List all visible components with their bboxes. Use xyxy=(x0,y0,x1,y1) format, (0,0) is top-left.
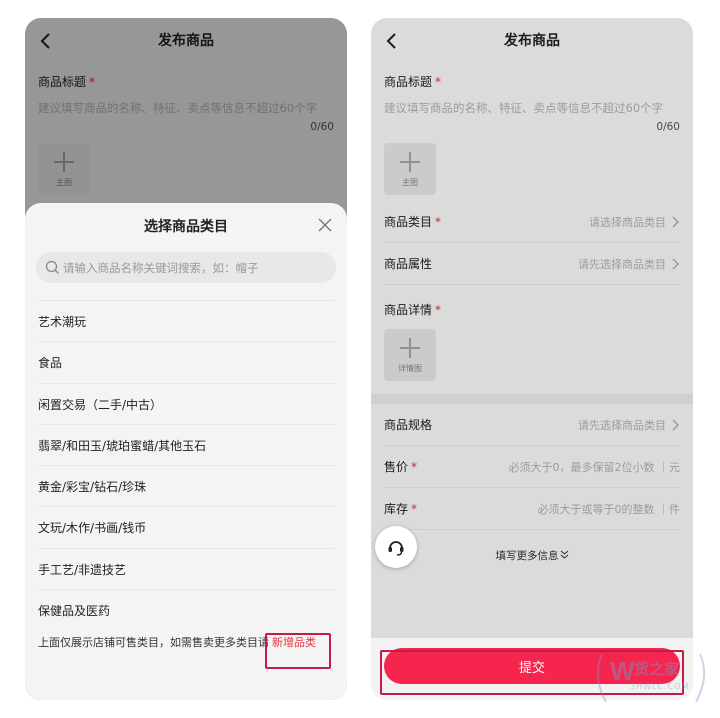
right-screen: 发布商品 商品标题 * 建议填写商品的名称、特征、卖点等信息不超过60个字 0/6… xyxy=(371,18,693,700)
category-item[interactable]: 闲置交易（二手/中古） xyxy=(38,382,334,424)
category-sheet: 选择商品类目 请输入商品名称关键词搜索，如：帽子 艺术潮玩 食品 闲置交易（二手… xyxy=(25,203,347,700)
left-screen: 发布商品 商品标题 * 建议填写商品的名称、特征、卖点等信息不超过60个字 0/6… xyxy=(25,18,347,700)
category-list: 艺术潮玩 食品 闲置交易（二手/中古） 翡翠/和田玉/琥珀蜜蜡/其他玉石 黄金/… xyxy=(38,300,334,630)
category-search-input[interactable]: 请输入商品名称关键词搜索，如：帽子 xyxy=(36,252,336,283)
category-item[interactable]: 艺术潮玩 xyxy=(38,300,334,341)
category-item[interactable]: 黄金/彩宝/钻石/珍珠 xyxy=(38,465,334,506)
sheet-footer: 上面仅展示店铺可售类目，如需售卖更多类目请 新增品类 xyxy=(38,634,334,650)
footer-text: 上面仅展示店铺可售类目，如需售卖更多类目请 xyxy=(38,636,269,649)
category-item[interactable]: 手工艺/非遗技艺 xyxy=(38,547,334,589)
category-item[interactable]: 翡翠/和田玉/琥珀蜜蜡/其他玉石 xyxy=(38,423,334,465)
laurel-icon: W xyxy=(596,653,706,703)
category-item[interactable]: 文玩/木作/书画/钱币 xyxy=(38,506,334,547)
category-item[interactable]: 保健品及医药 xyxy=(38,589,334,630)
search-placeholder: 请输入商品名称关键词搜索，如：帽子 xyxy=(63,261,259,275)
headset-icon xyxy=(388,541,404,556)
close-icon[interactable] xyxy=(317,217,333,233)
watermark-text: 货之家 xyxy=(634,660,680,678)
search-icon xyxy=(45,260,59,274)
dim-overlay xyxy=(371,18,693,700)
sheet-title: 选择商品类目 xyxy=(144,219,228,235)
watermark: W 货之家 3HWLC.COM xyxy=(588,646,714,712)
customer-service-button[interactable] xyxy=(375,526,417,568)
watermark-sub: 3HWLC.COM xyxy=(630,682,690,691)
category-item[interactable]: 食品 xyxy=(38,341,334,382)
add-category-link[interactable]: 新增品类 xyxy=(272,636,316,649)
